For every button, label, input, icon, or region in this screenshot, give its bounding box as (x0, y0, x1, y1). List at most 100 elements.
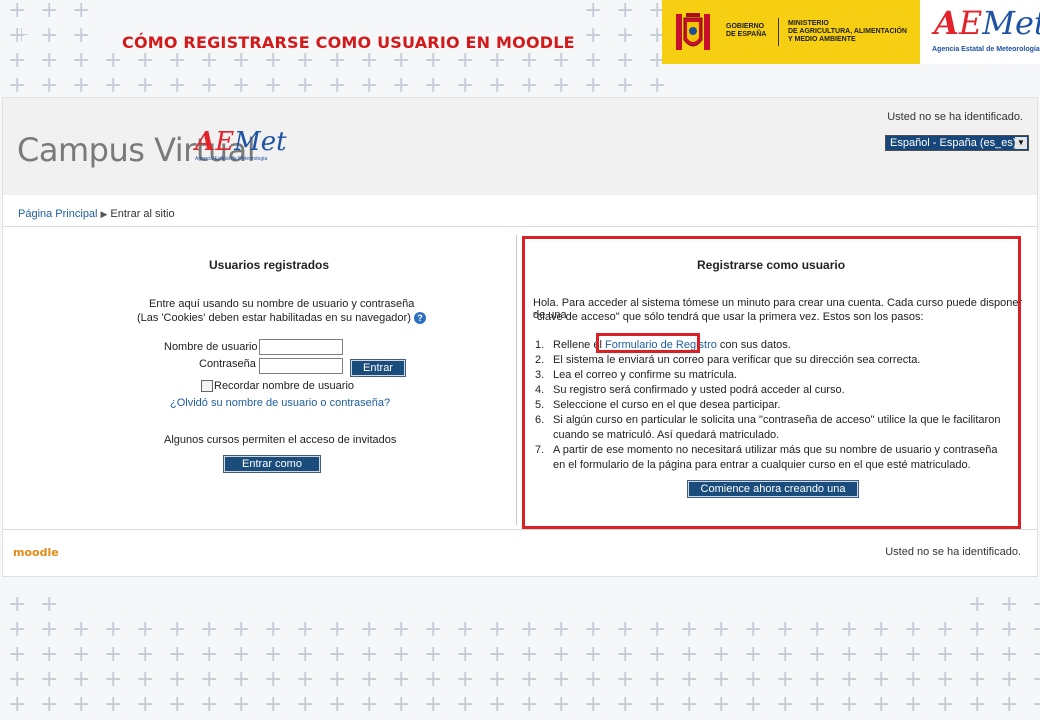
campus-logo-word: AEMet (195, 127, 287, 157)
login-status: Usted no se ha identificado. (887, 111, 1023, 123)
plus-decoration-icon: + (1000, 642, 1019, 667)
plus-decoration-icon: + (424, 692, 443, 717)
plus-decoration-icon: + (520, 692, 539, 717)
breadcrumb: Página Principal ▶ Entrar al sitio (18, 208, 175, 220)
plus-decoration-icon: + (776, 667, 795, 692)
plus-decoration-icon: + (552, 667, 571, 692)
plus-decoration-icon: + (648, 617, 667, 642)
plus-decoration-icon: + (648, 642, 667, 667)
plus-decoration-icon: + (8, 617, 27, 642)
gov-right-line: Y MEDIO AMBIENTE (788, 36, 856, 43)
plus-decoration-icon: + (680, 667, 699, 692)
login-button[interactable]: Entrar (351, 360, 405, 376)
plus-decoration-icon: + (264, 692, 283, 717)
gov-right-text: MINISTERIO DE AGRICULTURA, ALIMENTACIÓN … (788, 20, 907, 44)
plus-decoration-icon: + (296, 617, 315, 642)
plus-decoration-icon: + (904, 692, 923, 717)
plus-decoration-icon: + (264, 617, 283, 642)
plus-decoration-icon: + (936, 667, 955, 692)
moodle-logo[interactable]: moodle (13, 546, 59, 559)
plus-decoration-icon: + (648, 692, 667, 717)
plus-decoration-icon: + (8, 592, 27, 617)
username-input[interactable] (259, 339, 343, 355)
remember-username-checkbox[interactable] (201, 380, 213, 392)
password-input[interactable] (259, 358, 343, 374)
plus-decoration-icon: + (104, 667, 123, 692)
plus-decoration-icon: + (392, 642, 411, 667)
plus-decoration-icon: + (40, 667, 59, 692)
plus-decoration-icon: + (872, 692, 891, 717)
plus-decoration-icon: + (488, 667, 507, 692)
plus-decoration-icon: + (232, 692, 251, 717)
plus-decoration-icon: + (776, 617, 795, 642)
plus-decoration-icon: + (776, 642, 795, 667)
plus-decoration-icon: + (968, 642, 987, 667)
language-select-value: Español - España (es_es) (890, 137, 1017, 149)
plus-decoration-icon: + (264, 667, 283, 692)
plus-decoration-icon: + (200, 692, 219, 717)
plus-decoration-icon: + (968, 617, 987, 642)
breadcrumb-separator-icon: ▶ (100, 209, 108, 219)
plus-decoration-icon: + (488, 617, 507, 642)
plus-decoration-icon: + (808, 617, 827, 642)
plus-decoration-icon: + (1032, 669, 1040, 691)
forgot-password-link[interactable]: ¿Olvidó su nombre de usuario o contraseñ… (170, 397, 390, 409)
gov-left-line: DE ESPAÑA (726, 31, 767, 38)
slide-title: CÓMO REGISTRARSE COMO USUARIO EN MOODLE (122, 33, 575, 52)
column-divider (516, 235, 517, 525)
plus-decoration-icon: + (1032, 644, 1040, 666)
chevron-down-icon[interactable]: ▼ (1015, 137, 1027, 149)
campus-logo-text: Met (234, 127, 287, 157)
plus-decoration-icon: + (712, 617, 731, 642)
plus-decoration-icon: + (616, 642, 635, 667)
plus-decoration-icon: + (200, 642, 219, 667)
plus-decoration-icon: + (8, 692, 27, 717)
plus-decoration-icon: + (744, 642, 763, 667)
plus-decoration-icon: + (712, 692, 731, 717)
aemet-logo-text: Met (982, 4, 1040, 42)
login-intro-line2: (Las 'Cookies' deben estar habilitadas e… (137, 312, 426, 325)
plus-decoration-icon: + (232, 617, 251, 642)
plus-decoration-icon: + (936, 692, 955, 717)
plus-decoration-icon: + (744, 692, 763, 717)
breadcrumb-home-link[interactable]: Página Principal (18, 208, 98, 220)
aemet-logo: AEMet Agencia Estatal de Meteorología (920, 0, 1040, 64)
aemet-logo-word: AEMet (934, 4, 1040, 42)
plus-decoration-icon: + (584, 642, 603, 667)
moodle-header: Campus Virtual AEMet Agencia Estatal de … (3, 98, 1037, 195)
login-intro-text: (Las 'Cookies' deben estar habilitadas e… (137, 312, 411, 324)
plus-decoration-icon: + (712, 667, 731, 692)
guest-access-note: Algunos cursos permiten el acceso de inv… (164, 434, 397, 446)
plus-decoration-icon: + (296, 642, 315, 667)
plus-decoration-icon: + (520, 642, 539, 667)
plus-decoration-icon: + (360, 642, 379, 667)
breadcrumb-current: Entrar al sitio (110, 208, 175, 220)
plus-decoration-icon: + (392, 617, 411, 642)
campus-aemet-logo: AEMet Agencia Estatal de Meteorología (195, 128, 287, 162)
gov-right-line: MINISTERIO (788, 20, 829, 27)
plus-decoration-icon: + (328, 642, 347, 667)
plus-decoration-icon: + (232, 642, 251, 667)
gov-right-line: DE AGRICULTURA, ALIMENTACIÓN (788, 28, 907, 35)
signup-highlight-frame (522, 236, 1021, 529)
plus-decoration-icon: + (808, 667, 827, 692)
plus-decoration-icon: + (8, 642, 27, 667)
plus-decoration-icon: + (744, 667, 763, 692)
plus-decoration-icon: + (40, 592, 59, 617)
plus-decoration-icon: + (936, 642, 955, 667)
spain-coat-of-arms-icon (676, 13, 710, 50)
plus-decoration-icon: + (136, 642, 155, 667)
plus-decoration-icon: + (360, 692, 379, 717)
plus-decoration-icon: + (552, 642, 571, 667)
help-icon[interactable]: ? (413, 312, 426, 325)
plus-decoration-icon: + (72, 667, 91, 692)
plus-decoration-icon: + (200, 617, 219, 642)
language-select[interactable]: Español - España (es_es) ▼ (885, 135, 1029, 151)
plus-decoration-icon: + (744, 617, 763, 642)
plus-decoration-icon: + (264, 642, 283, 667)
guest-login-button[interactable]: Entrar como invitado (224, 456, 320, 485)
plus-decoration-icon: + (200, 667, 219, 692)
plus-decoration-icon: + (328, 692, 347, 717)
plus-decoration-icon: + (616, 692, 635, 717)
plus-decoration-icon: + (520, 667, 539, 692)
